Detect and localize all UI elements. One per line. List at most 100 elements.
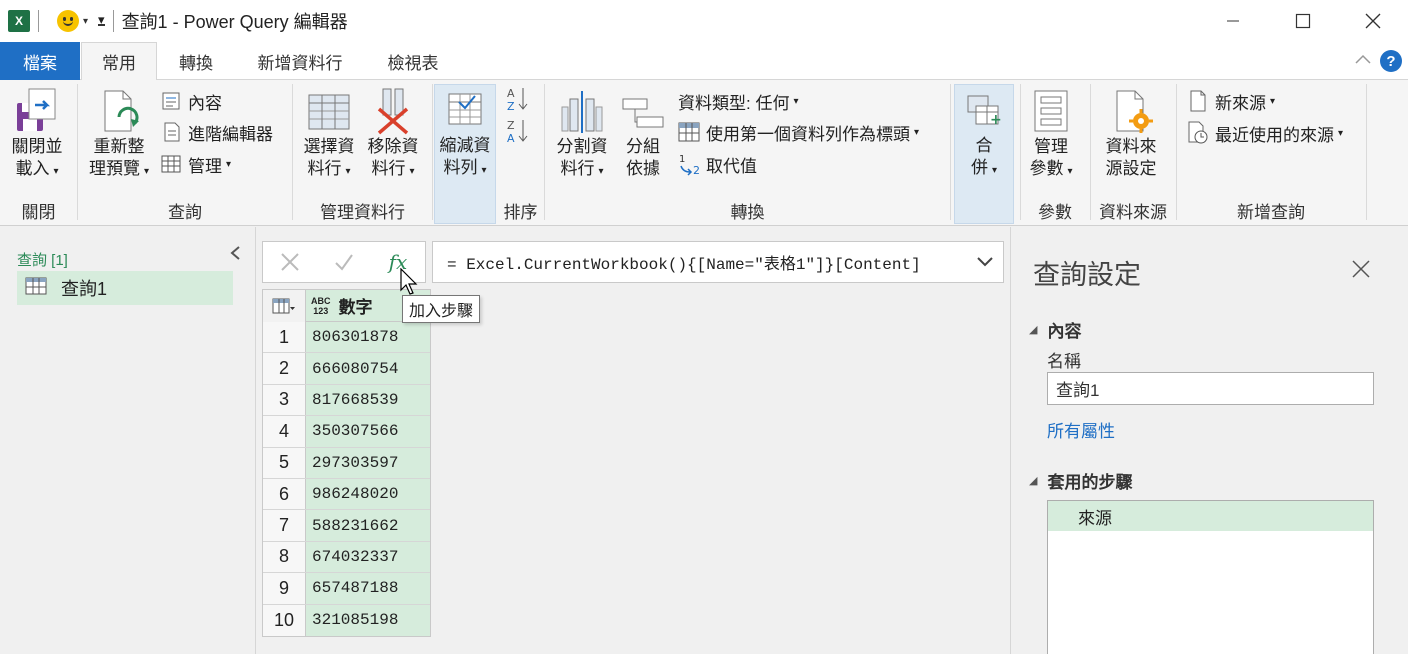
combine-button[interactable]: + 合 併 ▾ — [954, 84, 1014, 224]
sort-ascending-icon: AZ — [507, 86, 529, 117]
table-cell[interactable]: 806301878 — [306, 322, 430, 353]
manage-parameters-label-1: 管理 — [1034, 137, 1068, 156]
sort-descending-button[interactable]: ZA — [507, 119, 529, 146]
split-column-button[interactable]: 分割資 料行 ▾ — [551, 86, 613, 183]
group-label-close: 關閉 — [21, 203, 56, 222]
formula-bar[interactable]: = Excel.CurrentWorkbook(){[Name="表格1"]}[… — [432, 241, 1004, 283]
row-number[interactable]: 4 — [263, 416, 306, 447]
data-source-settings-button[interactable]: 資料來 源設定 — [1098, 86, 1164, 180]
choose-columns-icon — [305, 86, 353, 136]
query-list-item[interactable]: 查詢1 — [17, 271, 233, 305]
table-row: 4 350307566 — [263, 416, 430, 448]
table-cell[interactable]: 657487188 — [306, 573, 430, 604]
first-row-header-dropdown-icon[interactable]: ▾ — [914, 127, 919, 138]
applied-step-item[interactable]: 來源 — [1048, 501, 1373, 531]
data-type-dropdown[interactable]: 資料類型: 任何 ▾ — [678, 88, 798, 114]
split-column-dropdown-icon[interactable]: ▾ — [598, 166, 603, 177]
recent-sources-icon — [1187, 121, 1209, 144]
combine-icon: + — [960, 85, 1008, 135]
sort-ascending-button[interactable]: AZ — [507, 86, 529, 117]
table-cell[interactable]: 666080754 — [306, 353, 430, 384]
table-row: 5 297303597 — [263, 447, 430, 479]
table-cell[interactable]: 297303597 — [306, 447, 430, 478]
help-icon[interactable]: ? — [1380, 50, 1402, 72]
maximize-button[interactable] — [1268, 0, 1338, 42]
manage-dropdown-icon[interactable]: ▾ — [226, 159, 231, 170]
row-number[interactable]: 3 — [263, 384, 306, 416]
row-number[interactable]: 1 — [263, 322, 306, 353]
smiley-dropdown-icon[interactable]: ▾ — [83, 16, 88, 27]
window-title: 查詢1 - Power Query 編輯器 — [121, 12, 348, 32]
row-number[interactable]: 2 — [263, 353, 306, 384]
refresh-preview-button[interactable]: 重新整 理預覽 ▾ — [84, 86, 154, 183]
advanced-editor-button[interactable]: 進階編輯器 — [160, 119, 273, 145]
quick-access-customize-icon[interactable]: ▾ — [98, 13, 105, 26]
svg-text:Z: Z — [507, 100, 515, 112]
tab-home[interactable]: 常用 — [81, 42, 157, 81]
recent-sources-button[interactable]: 最近使用的來源 ▾ — [1187, 120, 1343, 146]
row-number[interactable]: 5 — [263, 447, 306, 478]
close-and-load-button[interactable]: 關閉並 載入 ▾ — [6, 86, 68, 183]
data-source-settings-label-2: 源設定 — [1105, 159, 1157, 178]
new-source-dropdown-icon[interactable]: ▾ — [1270, 96, 1275, 107]
any-type-icon[interactable]: ABC 123 — [311, 296, 331, 316]
table-header-icon — [678, 121, 700, 143]
row-number[interactable]: 7 — [263, 510, 306, 541]
table-cell[interactable]: 350307566 — [306, 416, 430, 447]
close-window-button[interactable] — [1338, 0, 1408, 42]
advanced-editor-icon — [160, 121, 182, 143]
manage-button[interactable]: 管理 ▾ — [160, 151, 231, 177]
remove-columns-button[interactable]: 移除資 料行 ▾ — [362, 86, 424, 183]
new-source-button[interactable]: 新來源 ▾ — [1187, 88, 1275, 114]
recent-sources-dropdown-icon[interactable]: ▾ — [1338, 128, 1343, 139]
tab-add-column[interactable]: 新增資料行 — [240, 42, 360, 80]
refresh-label-2: 理預覽 — [88, 159, 140, 178]
reduce-rows-dropdown-icon[interactable]: ▾ — [481, 165, 486, 176]
table-cell[interactable]: 588231662 — [306, 510, 430, 541]
replace-values-button[interactable]: 12 取代值 — [678, 151, 757, 177]
manage-parameters-dropdown-icon[interactable]: ▾ — [1067, 166, 1072, 177]
applied-steps-section[interactable]: ◢ 套用的步驟 — [1029, 468, 1132, 493]
collapse-pane-icon[interactable] — [229, 245, 241, 266]
close-load-dropdown-icon[interactable]: ▾ — [53, 166, 58, 177]
table-cell[interactable]: 817668539 — [306, 384, 430, 416]
collapse-ribbon-icon[interactable] — [1354, 52, 1372, 68]
confirm-formula-icon[interactable] — [317, 251, 371, 273]
reduce-rows-button[interactable]: 縮減資 料列 ▾ — [434, 84, 496, 224]
row-number[interactable]: 6 — [263, 478, 306, 510]
save-close-icon — [13, 86, 61, 136]
use-first-row-header-button[interactable]: 使用第一個資料列作為標頭 ▾ — [678, 119, 919, 145]
row-number[interactable]: 9 — [263, 573, 306, 604]
choose-columns-dropdown-icon[interactable]: ▾ — [345, 166, 350, 177]
tab-view[interactable]: 檢視表 — [372, 42, 454, 80]
properties-section[interactable]: ◢ 內容 — [1029, 317, 1081, 342]
all-properties-link[interactable]: 所有屬性 — [1047, 417, 1115, 442]
query-name-input[interactable] — [1047, 372, 1374, 405]
properties-label: 內容 — [188, 93, 222, 113]
table-menu-icon[interactable] — [263, 290, 306, 322]
group-by-icon — [619, 86, 667, 136]
replace-values-label: 取代值 — [706, 156, 757, 176]
row-number[interactable]: 8 — [263, 541, 306, 573]
minimize-button[interactable] — [1198, 0, 1268, 42]
title-bar: X ▾ ▾ 查詢1 - Power Query 編輯器 — [0, 0, 1408, 42]
manage-parameters-button[interactable]: 管理 參數 ▾ — [1024, 86, 1078, 183]
cancel-formula-icon[interactable] — [263, 251, 317, 273]
row-number[interactable]: 10 — [263, 604, 306, 636]
feedback-smiley-icon[interactable] — [57, 10, 79, 32]
refresh-dropdown-icon[interactable]: ▾ — [144, 166, 149, 177]
choose-columns-button[interactable]: 選擇資 料行 ▾ — [298, 86, 360, 183]
close-settings-icon[interactable] — [1351, 259, 1371, 284]
tab-transform[interactable]: 轉換 — [160, 42, 232, 80]
table-cell[interactable]: 986248020 — [306, 478, 430, 510]
table-cell[interactable]: 674032337 — [306, 541, 430, 573]
formula-text[interactable]: = Excel.CurrentWorkbook(){[Name="表格1"]}[… — [433, 250, 967, 274]
combine-dropdown-icon[interactable]: ▾ — [992, 165, 997, 176]
properties-button[interactable]: 內容 — [160, 88, 222, 114]
tab-file[interactable]: 檔案 — [0, 42, 80, 80]
remove-columns-dropdown-icon[interactable]: ▾ — [409, 166, 414, 177]
expand-formula-icon[interactable] — [967, 256, 1003, 268]
new-source-icon — [1187, 90, 1209, 112]
group-by-button[interactable]: 分組 依據 — [618, 86, 668, 180]
table-cell[interactable]: 321085198 — [306, 604, 430, 636]
